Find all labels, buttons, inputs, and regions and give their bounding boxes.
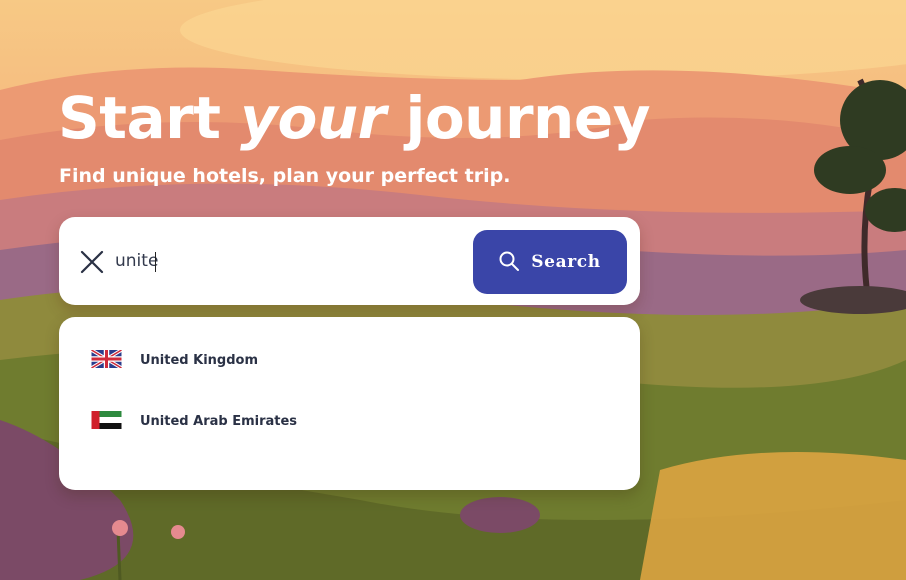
suggestion-label: United Arab Emirates [140,414,298,429]
search-button-label: Search [531,252,601,272]
search-button[interactable]: Search [473,230,627,294]
page-subtitle: Find unique hotels, plan your perfect tr… [59,165,511,187]
text-caret [155,252,156,272]
title-emphasis: your [240,84,386,152]
suggestion-united-kingdom[interactable]: United Kingdom [59,340,640,390]
search-bar: Search [59,217,640,305]
uk-flag-icon [90,348,123,370]
suggestion-united-arab-emirates[interactable]: United Arab Emirates [59,401,640,451]
uae-flag-icon [91,411,122,429]
suggestion-label: United Kingdom [140,353,259,368]
close-icon[interactable] [79,249,105,275]
title-start: Start [58,84,221,152]
search-input[interactable] [115,245,455,277]
search-icon [499,251,520,274]
page-title: Start your journey [58,82,650,154]
title-end: journey [405,84,650,152]
suggestions-dropdown: United Kingdom United Arab Emirates [59,317,640,490]
